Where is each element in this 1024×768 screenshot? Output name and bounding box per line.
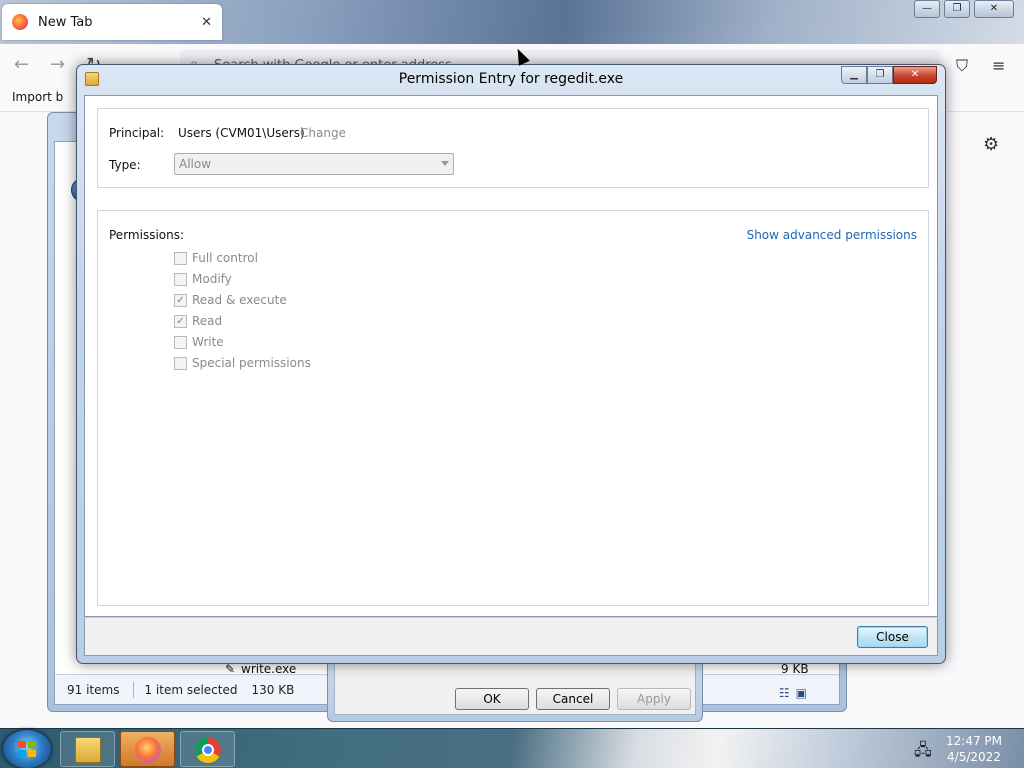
show-advanced-permissions-link[interactable]: Show advanced permissions <box>747 228 917 242</box>
permission-write[interactable]: Write <box>174 333 224 351</box>
ok-button[interactable]: OK <box>455 688 529 710</box>
minimize-button[interactable]: ▁ <box>841 66 867 84</box>
permission-read[interactable]: ✓ Read <box>174 312 222 330</box>
permission-label: Write <box>192 335 224 349</box>
firefox-window-controls: — ❐ ✕ <box>910 0 1014 18</box>
pocket-icon[interactable]: ⛉ <box>956 56 968 76</box>
dialog-window-controls: ▁ ❐ ✕ <box>841 66 937 84</box>
permissions-section: Permissions: Show advanced permissions F… <box>97 210 929 606</box>
permission-label: Full control <box>192 251 258 265</box>
dialog-body: Principal: Users (CVM01\Users) Change Ty… <box>84 95 938 617</box>
taskbar-chrome[interactable] <box>180 731 235 767</box>
apply-button[interactable]: Apply <box>617 688 691 710</box>
checkbox[interactable] <box>174 335 187 349</box>
minimize-button[interactable]: — <box>914 0 940 18</box>
checkbox[interactable] <box>174 251 187 265</box>
folder-icon <box>75 737 101 763</box>
dialog-title: Permission Entry for regedit.exe <box>398 71 624 87</box>
divider <box>133 681 135 698</box>
dialog-titlebar[interactable]: Permission Entry for regedit.exe ▁ ❐ ✕ <box>77 65 945 95</box>
clock-time: 12:47 PM <box>946 734 1002 748</box>
taskbar-explorer[interactable] <box>60 731 115 767</box>
tab-title: New Tab <box>38 14 93 30</box>
permission-special[interactable]: Special permissions <box>174 354 311 372</box>
gear-icon[interactable]: ⚙ <box>983 134 999 155</box>
forward-arrow-icon[interactable]: → <box>50 54 65 75</box>
network-icon[interactable]: 🖧 <box>914 739 932 766</box>
import-bookmarks-link[interactable]: Import b <box>12 90 63 104</box>
windows-logo-icon <box>18 741 36 757</box>
item-count: 91 items <box>67 682 120 697</box>
chrome-icon <box>195 737 221 763</box>
taskbar: 🖧 12:47 PM 4/5/2022 <box>0 728 1024 768</box>
type-label: Type: <box>109 158 141 172</box>
clock[interactable]: 12:47 PM 4/5/2022 <box>944 733 1004 765</box>
close-dialog-button[interactable]: Close <box>857 626 928 648</box>
permission-label: Special permissions <box>192 356 311 370</box>
checkbox[interactable] <box>174 356 187 370</box>
change-principal-link[interactable]: Change <box>300 126 346 140</box>
type-select[interactable]: Allow <box>174 153 454 175</box>
clock-date: 4/5/2022 <box>947 750 1001 764</box>
checkbox[interactable] <box>174 272 187 286</box>
firefox-titlebar: New Tab ✕ — ❐ ✕ <box>0 0 1024 44</box>
permission-label: Read <box>192 314 223 328</box>
restore-button[interactable]: ❐ <box>867 66 893 84</box>
selected-size: 130 KB <box>251 682 295 697</box>
permission-entry-dialog: Permission Entry for regedit.exe ▁ ❐ ✕ P… <box>76 64 946 664</box>
permission-label: Read & execute <box>192 293 287 307</box>
restore-button[interactable]: ❐ <box>944 0 970 18</box>
tab-new-tab[interactable]: New Tab ✕ <box>2 4 222 40</box>
view-toggle-icon[interactable]: ☷▣ <box>779 686 813 700</box>
taskbar-firefox[interactable] <box>120 731 175 767</box>
checkbox-checked[interactable]: ✓ <box>174 314 187 328</box>
permission-full-control[interactable]: Full control <box>174 249 258 267</box>
menu-icon[interactable]: ≡ <box>992 56 1005 75</box>
permission-label: Modify <box>192 272 232 286</box>
start-button[interactable] <box>3 730 51 768</box>
tab-close-icon[interactable]: ✕ <box>201 15 212 30</box>
firefox-icon <box>135 737 161 763</box>
permission-modify[interactable]: Modify <box>174 270 232 288</box>
close-button[interactable]: ✕ <box>893 66 937 84</box>
type-select-value: Allow <box>179 157 212 171</box>
dialog-footer: Close <box>84 618 938 656</box>
checkbox-checked[interactable]: ✓ <box>174 293 187 307</box>
back-arrow-icon[interactable]: ← <box>14 54 29 75</box>
close-button[interactable]: ✕ <box>974 0 1014 18</box>
principal-section: Principal: Users (CVM01\Users) Change Ty… <box>97 108 929 188</box>
permissions-label: Permissions: <box>109 228 185 242</box>
principal-value: Users (CVM01\Users) <box>178 126 305 140</box>
chevron-down-icon <box>441 161 449 166</box>
permission-read-execute[interactable]: ✓ Read & execute <box>174 291 287 309</box>
selected-count: 1 item selected <box>144 682 238 697</box>
principal-label: Principal: <box>109 126 165 140</box>
cancel-button[interactable]: Cancel <box>536 688 610 710</box>
firefox-icon <box>12 14 28 30</box>
